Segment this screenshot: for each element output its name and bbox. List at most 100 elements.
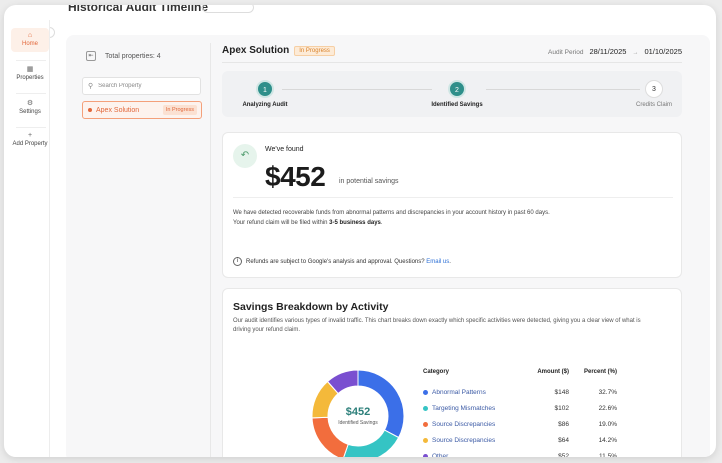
- percent-cell: 19.0%: [598, 420, 617, 428]
- progress-steps: 1 Analyzing Audit 2 Identified Savings 3…: [222, 71, 682, 117]
- rail-item-label: Settings: [19, 109, 41, 115]
- info-icon: i: [233, 257, 242, 266]
- grid-icon: ▦: [26, 66, 34, 73]
- category-name: Abnormal Patterns: [432, 388, 486, 396]
- table-row: Other $52 11.5%: [423, 448, 617, 457]
- donut-center: $452 Identified Savings: [311, 369, 405, 457]
- breakdown-subtitle: Our audit identifies various types of in…: [233, 318, 641, 333]
- table-row: Source Discrepancies $86 19.0%: [423, 416, 617, 432]
- step-label: Identified Savings: [431, 102, 483, 108]
- savings-breakdown-card: Savings Breakdown by Activity Our audit …: [222, 288, 682, 457]
- rail-item-add-property[interactable]: + Add Property: [11, 132, 49, 148]
- category-cell: Other: [423, 448, 515, 457]
- percent-cell: 22.6%: [598, 404, 617, 412]
- rail-item-properties[interactable]: ▦ Properties: [11, 66, 49, 82]
- property-item-apex-solution[interactable]: Apex Solution In Progress: [82, 101, 202, 119]
- nav-rail: ⌂ Home ▦ Properties ⚙ Settings + Add Pro…: [8, 20, 50, 457]
- column-header: Category: [423, 369, 450, 375]
- step-connector: [486, 89, 640, 90]
- collapse-icon[interactable]: ⇤: [86, 51, 96, 61]
- page-title: Apex Solution In Progress: [222, 45, 335, 56]
- column-header: Amount ($): [537, 369, 569, 375]
- audit-period-label: Audit Period: [548, 49, 584, 56]
- category-cell: Abnormal Patterns: [423, 384, 515, 400]
- gear-icon: ⚙: [26, 100, 34, 107]
- description-text: .: [380, 220, 383, 226]
- legend-swatch: [423, 453, 428, 457]
- email-us-link[interactable]: Email us: [426, 259, 449, 265]
- step-number: 3: [645, 80, 663, 98]
- search-input[interactable]: [98, 83, 199, 89]
- percent-cell: 11.5%: [599, 452, 617, 458]
- home-icon: ⌂: [27, 32, 33, 39]
- refund-icon: ↶: [233, 144, 257, 168]
- category-table: Category Amount ($) Percent (%) Abnormal…: [423, 369, 617, 457]
- step-connector: [282, 89, 432, 90]
- category-cell: Source Discrepancies: [423, 416, 515, 432]
- percent-cell: 14.2%: [598, 436, 617, 444]
- found-description: We have detected recoverable funds from …: [233, 208, 550, 228]
- savings-donut-chart: $452 Identified Savings: [311, 369, 405, 457]
- category-name: Other: [432, 452, 449, 458]
- legend-swatch: [423, 405, 428, 411]
- table-row: Abnormal Patterns $148 32.7%: [423, 384, 617, 400]
- step-number: 2: [448, 80, 466, 98]
- search-icon: ⚲: [88, 83, 94, 90]
- amount-cell: $148: [554, 388, 569, 396]
- amount-cell: $102: [554, 404, 569, 412]
- property-name: Apex Solution: [96, 106, 140, 114]
- rail-item-label: Add Property: [12, 141, 48, 147]
- rail-item-label: Properties: [16, 75, 44, 81]
- found-heading: We've found: [265, 146, 304, 153]
- description-emphasis: 3-5 business days: [329, 220, 381, 226]
- rail-item-settings[interactable]: ⚙ Settings: [11, 100, 49, 116]
- rail-item-home[interactable]: ⌂ Home: [11, 28, 49, 52]
- amount-cell: $64: [558, 436, 569, 444]
- page-title-text: Apex Solution: [222, 45, 290, 56]
- savings-amount: $452: [265, 161, 326, 192]
- background-page-title: Historical Audit Timeline: [68, 5, 209, 14]
- donut-center-value: $452: [345, 406, 371, 418]
- step-identified-savings: 2 Identified Savings: [422, 80, 492, 108]
- table-row: Source Discrepancies $64 14.2%: [423, 432, 617, 448]
- savings-amount-suffix: in potential savings: [339, 178, 399, 185]
- status-badge: In Progress: [162, 105, 197, 115]
- step-label: Analyzing Audit: [242, 102, 288, 108]
- step-analyzing-audit: 1 Analyzing Audit: [232, 80, 298, 108]
- legend-swatch: [423, 437, 428, 443]
- category-name: Targeting Mismatches: [432, 404, 496, 412]
- status-dot: [88, 108, 92, 112]
- category-table-body: Abnormal Patterns $148 32.7% Targeting Mism…: [423, 384, 617, 457]
- note-text-prefix: Refunds are subject to Google's analysis…: [246, 258, 427, 265]
- search-box[interactable]: ⚲: [82, 77, 201, 95]
- property-sidebar: ⇤ Total properties: 4 ⚲ Apex Solution In…: [74, 43, 211, 457]
- note-text-suffix: .: [449, 258, 451, 265]
- arrow-right-icon: →: [632, 50, 639, 56]
- app-window: Historical Audit Timeline ⌂ Home ▦ Prope…: [4, 5, 716, 457]
- table-row: Targeting Mismatches $102 22.6%: [423, 400, 617, 416]
- divider: [233, 197, 673, 198]
- divider: [16, 93, 46, 94]
- description-text: Your refund claim will be filed within: [233, 220, 330, 226]
- total-properties: ⇤ Total properties: 4: [86, 51, 161, 61]
- amount-cell: $52: [558, 452, 569, 458]
- status-badge: In Progress: [294, 45, 335, 56]
- rail-item-label: Home: [21, 41, 38, 47]
- background-chip: [202, 5, 254, 13]
- amount-cell: $86: [558, 420, 569, 428]
- audit-period: Audit Period 28/11/2025 → 01/10/2025: [548, 47, 682, 56]
- step-number: 1: [256, 80, 274, 98]
- breakdown-title: Savings Breakdown by Activity: [233, 301, 389, 313]
- plus-icon: +: [27, 132, 33, 139]
- category-name: Source Discrepancies: [432, 436, 496, 444]
- legend-swatch: [423, 421, 428, 427]
- refund-note: i Refunds are subject to Google's analys…: [233, 257, 451, 266]
- note-text: Refunds are subject to Google's analysis…: [246, 259, 451, 265]
- audit-end-date: 01/10/2025: [644, 47, 682, 56]
- step-credits-claim: 3 Credits Claim: [628, 80, 680, 108]
- description-line: Your refund claim will be filed within 3…: [233, 218, 550, 228]
- category-name: Source Discrepancies: [432, 420, 496, 428]
- divider: [16, 127, 46, 128]
- table-header-row: Category Amount ($) Percent (%): [423, 369, 617, 384]
- divider: [222, 62, 682, 63]
